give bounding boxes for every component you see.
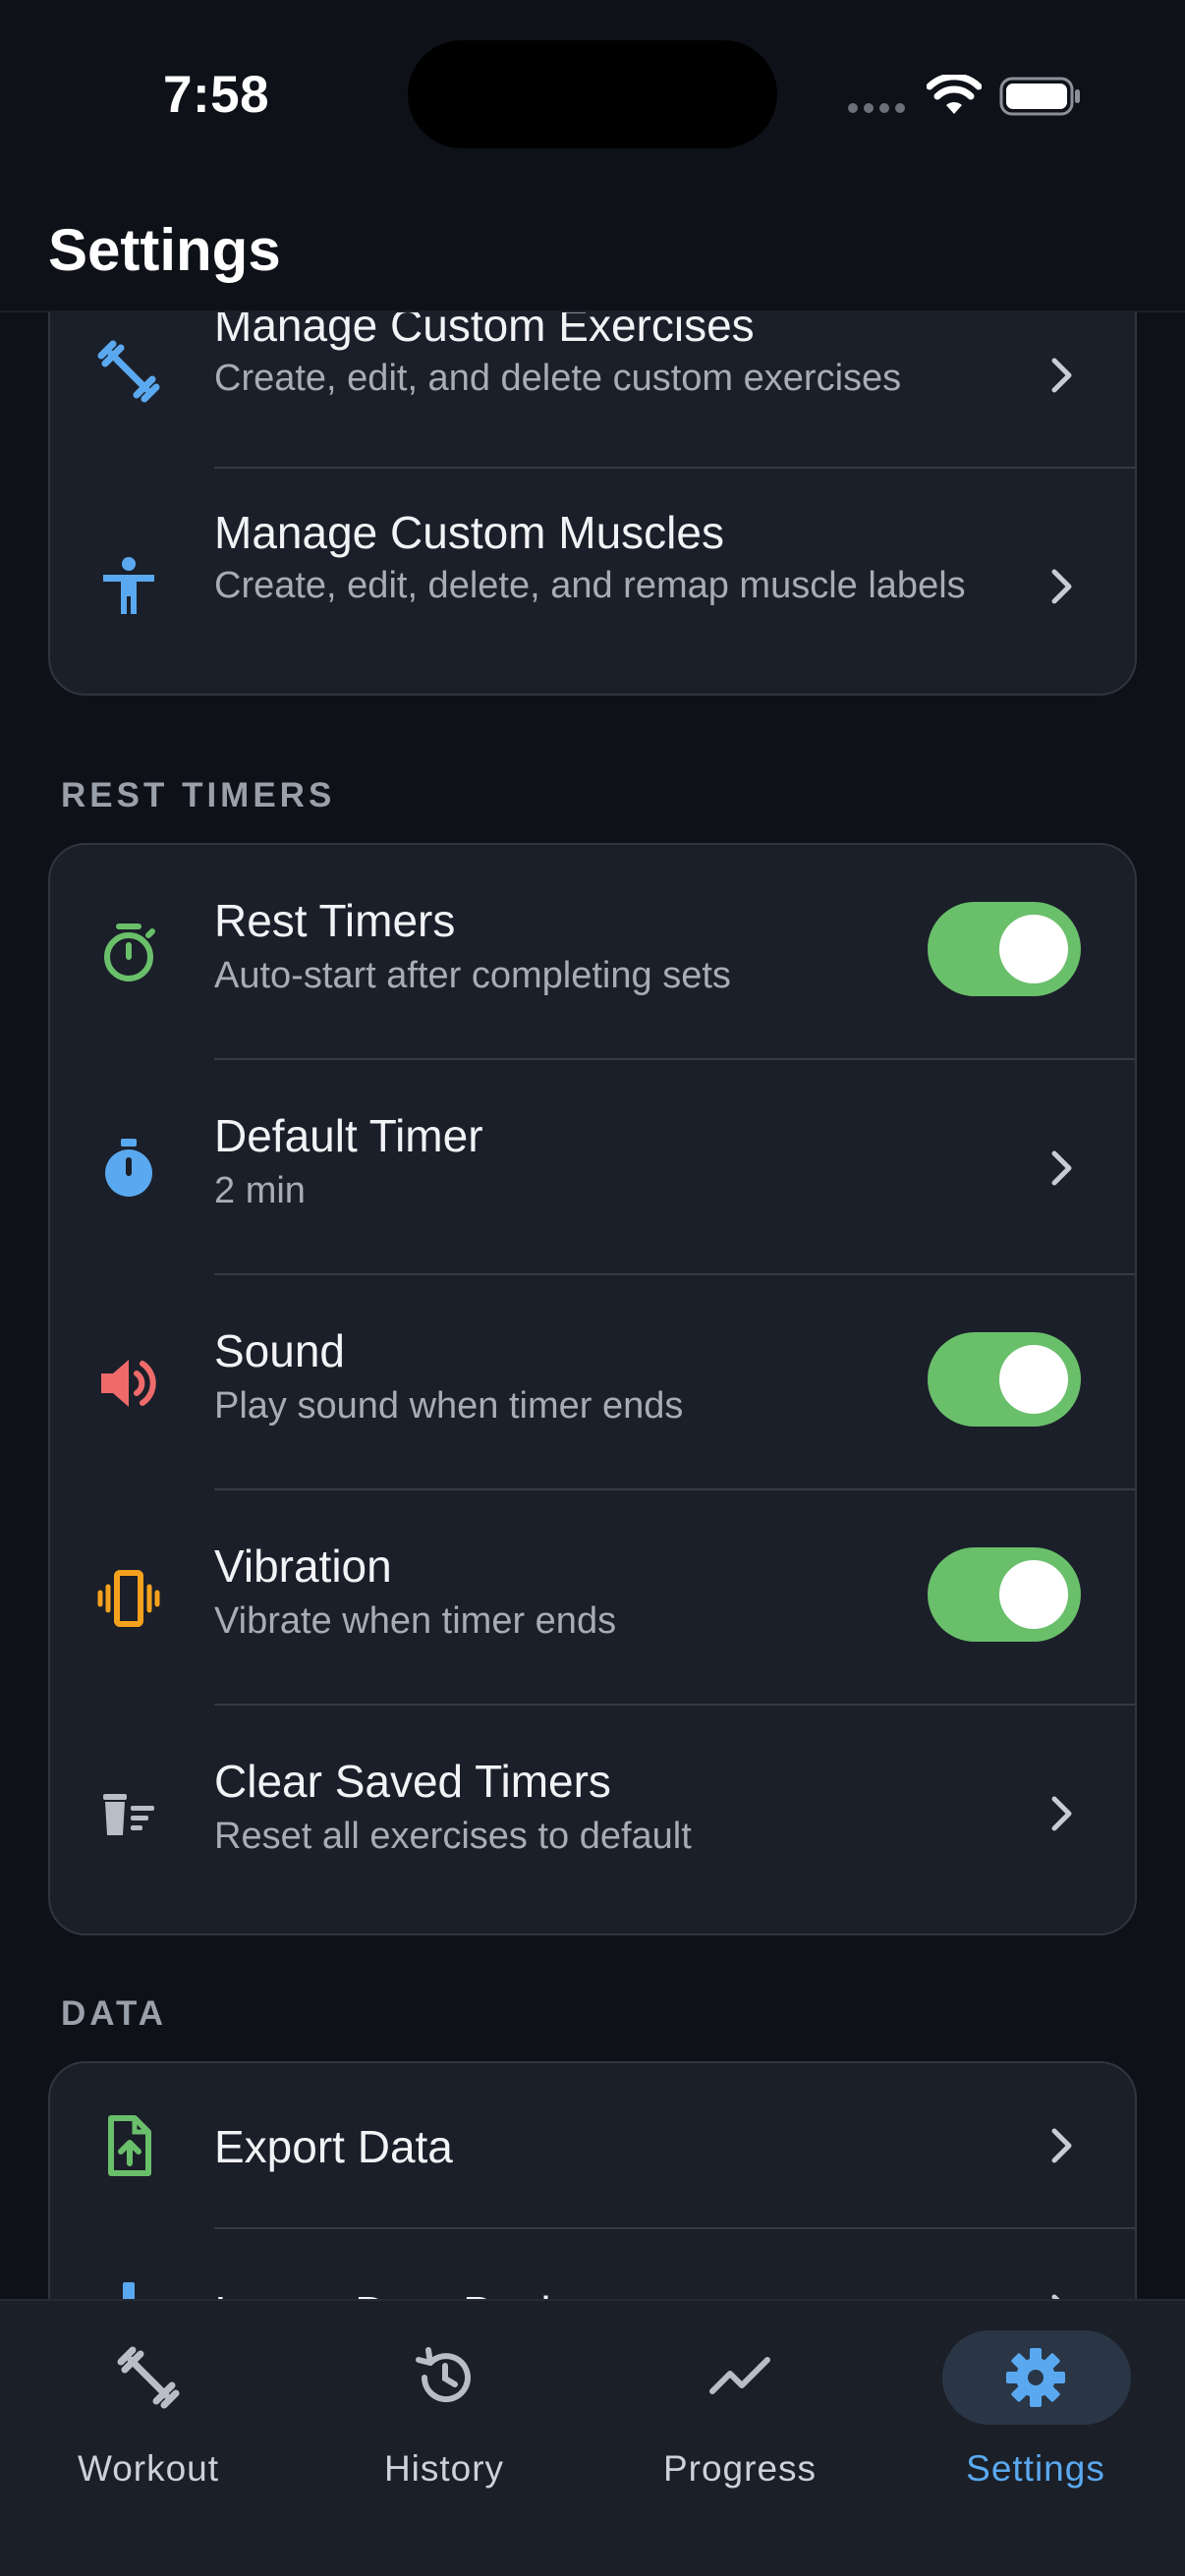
history-icon [416,2347,471,2403]
row-subtitle: Create, edit, and delete custom exercise… [214,358,902,399]
section-label-data: DATA [61,1994,168,2033]
trend-icon [709,2357,770,2394]
file-export-icon [91,2108,166,2183]
tab-workout[interactable]: Workout [21,2321,276,2497]
row-manage-custom-exercises[interactable]: Manage Custom Exercises Create, edit, an… [50,312,1135,469]
custom-items-card: Manage Custom Exercises Create, edit, an… [48,312,1137,696]
status-time: 7:58 [163,66,270,124]
row-title: Manage Custom Muscles [214,507,724,558]
row-subtitle: Create, edit, delete, and remap muscle l… [214,565,966,606]
dumbbell-icon [117,2346,180,2409]
settings-scroll-content[interactable]: Manage Custom Exercises Create, edit, an… [0,312,1185,2299]
sound-toggle[interactable] [928,1332,1081,1427]
tab-label: Progress [662,2448,818,2489]
tab-progress[interactable]: Progress [612,2321,868,2497]
tab-label: Settings [966,2448,1105,2489]
section-label-rest-timers: REST TIMERS [61,776,336,814]
row-title: Sound [214,1325,346,1376]
person-icon [91,549,166,624]
dynamic-island [408,40,777,148]
row-manage-custom-muscles[interactable]: Manage Custom Muscles Create, edit, dele… [50,469,1135,694]
chevron-right-icon [1051,1150,1072,1186]
rest-timers-toggle[interactable] [928,902,1081,996]
row-title: Import Data Backup [214,2286,614,2299]
cellular-signal-icon [848,103,905,113]
data-card: Export Data Import Data Backup [48,2061,1137,2299]
vibration-icon [91,1561,166,1636]
row-import-data[interactable]: Import Data Backup [50,2229,1135,2299]
speaker-icon [91,1346,166,1421]
chevron-right-icon [1051,569,1072,604]
vibration-toggle[interactable] [928,1547,1081,1642]
tab-label: History [383,2448,505,2489]
tab-bar: Workout History Progress Settings [0,2299,1185,2576]
clear-icon [91,1776,166,1851]
page-title: Settings [48,217,281,283]
tab-history[interactable]: History [316,2321,572,2497]
row-subtitle: Vibrate when timer ends [214,1600,617,1642]
row-subtitle: Reset all exercises to default [214,1816,692,1857]
gear-icon [1006,2348,1065,2407]
row-subtitle: Auto-start after completing sets [214,955,731,996]
row-title: Clear Saved Timers [214,1756,611,1807]
status-bar: 7:58 [0,0,1185,187]
chevron-right-icon [1051,358,1072,393]
row-title: Rest Timers [214,895,456,946]
chevron-right-icon [1051,2294,1060,2299]
row-default-timer[interactable]: Default Timer 2 min [50,1060,1135,1275]
timer-icon [91,916,166,990]
battery-icon [999,77,1080,116]
tab-label: Workout [77,2448,220,2489]
chevron-right-icon [1051,2128,1072,2163]
wifi-icon [927,75,982,114]
row-vibration[interactable]: Vibration Vibrate when timer ends [50,1490,1135,1706]
row-title: Export Data [214,2121,453,2172]
row-title: Default Timer [214,1110,483,1161]
row-sound[interactable]: Sound Play sound when timer ends [50,1275,1135,1490]
chevron-right-icon [1051,1796,1072,1831]
rest-timers-card: Rest Timers Auto-start after completing … [48,843,1137,1935]
dumbbell-icon [91,334,166,409]
stopwatch-icon [91,1131,166,1205]
navigation-bar: Settings [0,187,1185,312]
row-clear-saved-timers[interactable]: Clear Saved Timers Reset all exercises t… [50,1706,1135,1933]
tab-settings[interactable]: Settings [908,2321,1163,2497]
row-title: Manage Custom Exercises [214,312,755,351]
row-title: Vibration [214,1540,392,1592]
row-rest-timers[interactable]: Rest Timers Auto-start after completing … [50,845,1135,1060]
row-export-data[interactable]: Export Data [50,2063,1135,2229]
import-icon [91,2274,166,2299]
row-subtitle: Play sound when timer ends [214,1385,684,1427]
row-subtitle: 2 min [214,1170,306,1211]
